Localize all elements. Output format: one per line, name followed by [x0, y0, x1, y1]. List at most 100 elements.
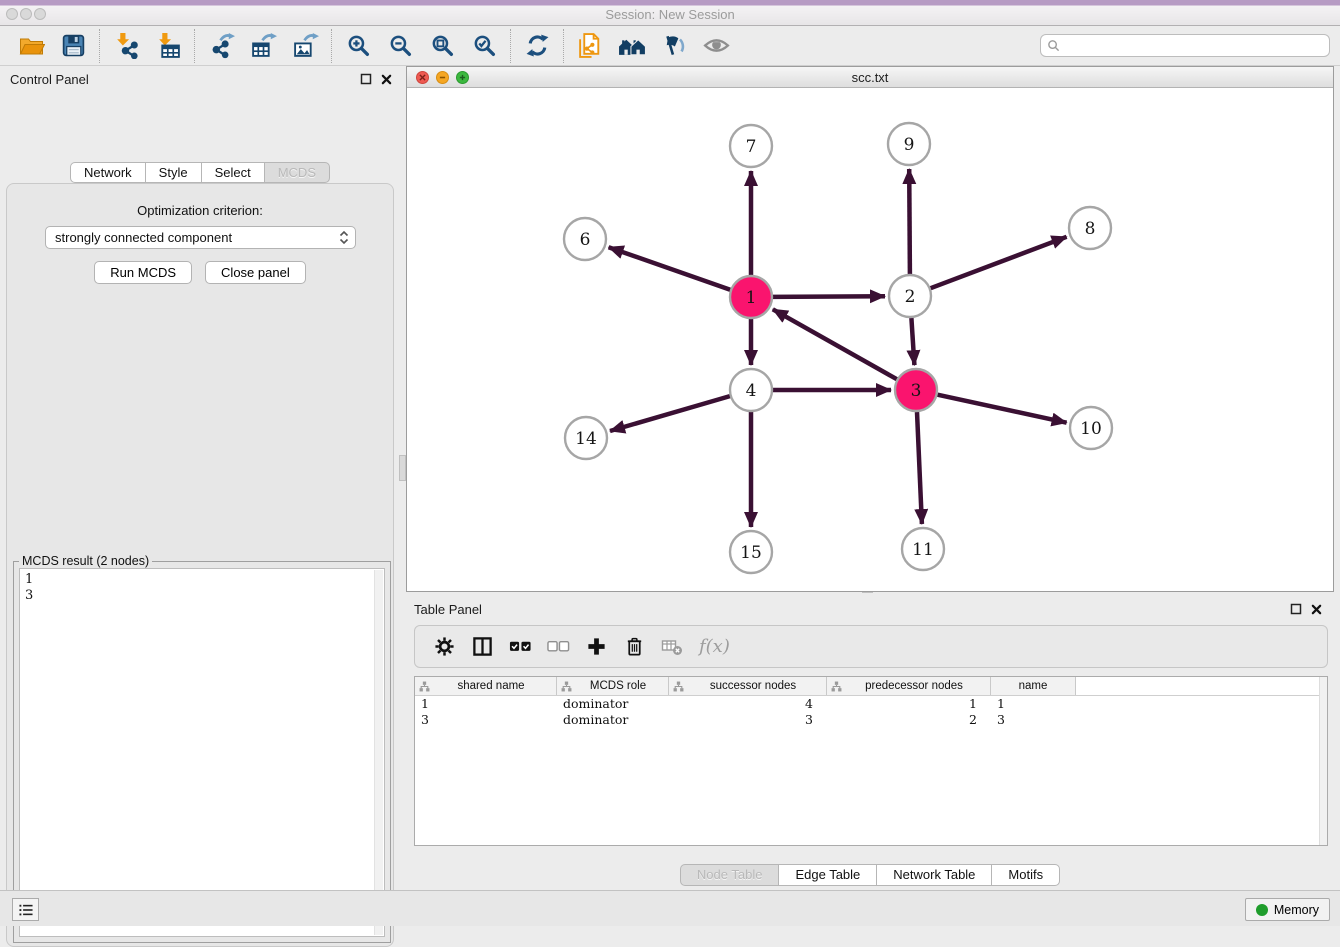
node-2[interactable]: 2 — [889, 275, 931, 317]
export-network-button[interactable] — [200, 28, 242, 64]
table-row[interactable]: 1dominator411 — [415, 696, 1327, 712]
chevron-updown-icon — [339, 230, 349, 245]
zoom-out-button[interactable] — [379, 28, 421, 64]
memory-button[interactable]: Memory — [1245, 898, 1330, 921]
close-panel-button[interactable]: Close panel — [205, 261, 306, 284]
column-header-MCDS-role[interactable]: MCDS role — [557, 677, 669, 695]
edge-2-9[interactable] — [909, 169, 910, 274]
network-canvas[interactable]: 1 2 3 4 6 7 8 9 10 11 14 15 — [407, 88, 1333, 591]
search-box — [1040, 34, 1330, 57]
function-builder-button[interactable]: f(x) — [699, 636, 730, 657]
node-1[interactable]: 1 — [730, 276, 772, 318]
node-7[interactable]: 7 — [730, 125, 772, 167]
table-settings-button[interactable] — [429, 632, 459, 662]
save-session-button[interactable] — [52, 28, 94, 64]
tab-style[interactable]: Style — [145, 162, 202, 183]
edge-2-3[interactable] — [911, 318, 914, 365]
node-label: 14 — [575, 429, 597, 449]
node-14[interactable]: 14 — [565, 417, 607, 459]
tab-edge-table[interactable]: Edge Table — [778, 864, 877, 886]
edge-4-14[interactable] — [610, 396, 730, 431]
columns-icon — [472, 636, 493, 657]
ndex-save-button[interactable] — [653, 28, 695, 64]
node-label: 1 — [746, 288, 757, 308]
node-15[interactable]: 15 — [730, 531, 772, 573]
edge-1-6[interactable] — [609, 247, 731, 290]
edge-1-2[interactable] — [773, 296, 885, 297]
zoom-selected-button[interactable] — [463, 28, 505, 64]
node-11[interactable]: 11 — [902, 528, 944, 570]
status-bar: Memory — [0, 890, 1340, 926]
plus-icon — [586, 636, 607, 657]
edge-3-11[interactable] — [917, 412, 922, 524]
column-header-predecessor-nodes[interactable]: predecessor nodes — [827, 677, 991, 695]
node-label: 8 — [1085, 219, 1096, 239]
zoom-in-button[interactable] — [337, 28, 379, 64]
tab-network[interactable]: Network — [70, 162, 146, 183]
tab-select[interactable]: Select — [201, 162, 265, 183]
node-10[interactable]: 10 — [1070, 407, 1112, 449]
toolbar-separator — [194, 29, 195, 63]
fit-content-button[interactable] — [421, 28, 463, 64]
ndex-home-button[interactable] — [611, 28, 653, 64]
network-minimize-button[interactable] — [436, 71, 449, 84]
plus-icon — [459, 74, 466, 81]
node-9[interactable]: 9 — [888, 123, 930, 165]
column-header-name[interactable]: name — [991, 677, 1076, 695]
close-panel-icon[interactable] — [381, 74, 392, 85]
close-panel-icon[interactable] — [1311, 604, 1322, 615]
export-image-button[interactable] — [284, 28, 326, 64]
ndex-import-button[interactable] — [569, 28, 611, 64]
trash-icon — [624, 636, 645, 657]
table-row[interactable]: 3dominator323 — [415, 712, 1327, 728]
node-3[interactable]: 3 — [895, 369, 937, 411]
tab-motifs[interactable]: Motifs — [991, 864, 1060, 886]
minus-icon — [439, 74, 446, 81]
vertical-splitter-grip[interactable] — [399, 455, 406, 481]
show-columns-button[interactable] — [467, 632, 497, 662]
table-scrollbar[interactable] — [1319, 677, 1327, 845]
select-all-rows-button[interactable] — [505, 632, 535, 662]
refresh-button[interactable] — [516, 28, 558, 64]
deselect-all-rows-button[interactable] — [543, 632, 573, 662]
task-history-button[interactable] — [12, 898, 39, 921]
add-column-button[interactable] — [581, 632, 611, 662]
network-close-button[interactable] — [416, 71, 429, 84]
network-zoom-button[interactable] — [456, 71, 469, 84]
edge-2-8[interactable] — [931, 237, 1067, 288]
optimization-criterion-select[interactable]: strongly connected component — [45, 226, 356, 249]
node-4[interactable]: 4 — [730, 369, 772, 411]
import-network-button[interactable] — [105, 28, 147, 64]
import-table-button[interactable] — [147, 28, 189, 64]
run-mcds-button[interactable]: Run MCDS — [94, 261, 192, 284]
mcds-result-text[interactable]: 13 — [19, 568, 385, 937]
delete-table-button[interactable] — [657, 632, 687, 662]
edge-3-1[interactable] — [773, 309, 897, 379]
tab-network-table[interactable]: Network Table — [876, 864, 992, 886]
column-header-label: successor nodes — [684, 680, 822, 692]
float-panel-icon[interactable] — [360, 73, 372, 85]
result-scrollbar[interactable] — [374, 570, 383, 935]
table-panel: Table Panel — [406, 596, 1334, 888]
delete-column-button[interactable] — [619, 632, 649, 662]
show-graphics-button[interactable] — [695, 28, 737, 64]
node-6[interactable]: 6 — [564, 218, 606, 260]
edge-3-10[interactable] — [938, 395, 1067, 423]
column-header-shared-name[interactable]: shared name — [415, 677, 557, 695]
node-8[interactable]: 8 — [1069, 207, 1111, 249]
refresh-icon — [525, 33, 550, 58]
search-input[interactable] — [1064, 39, 1323, 53]
tab-node-table[interactable]: Node Table — [680, 864, 780, 886]
float-panel-icon[interactable] — [1290, 603, 1302, 615]
open-session-button[interactable] — [10, 28, 52, 64]
node-table[interactable]: shared nameMCDS role successor nodes prede… — [414, 676, 1328, 846]
export-table-button[interactable] — [242, 28, 284, 64]
memory-status-icon — [1256, 904, 1268, 916]
network-graph[interactable]: 1 2 3 4 6 7 8 9 10 11 14 15 — [407, 88, 1333, 591]
export-network-icon — [208, 32, 235, 59]
column-header-successor-nodes[interactable]: successor nodes — [669, 677, 827, 695]
node-label: 2 — [905, 287, 916, 307]
toolbar-separator — [99, 29, 100, 63]
tab-mcds[interactable]: MCDS — [264, 162, 330, 183]
table-toolbar: f(x) — [414, 625, 1328, 668]
